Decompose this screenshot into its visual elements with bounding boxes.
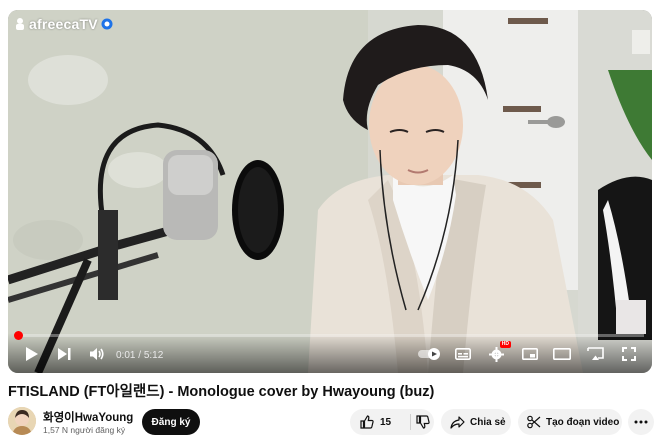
afreecatv-badge-icon — [101, 18, 113, 30]
channel-avatar[interactable] — [8, 407, 36, 435]
cast-icon — [586, 347, 604, 360]
theater-mode-button[interactable] — [551, 343, 573, 365]
fullscreen-button[interactable] — [618, 343, 640, 365]
miniplayer-icon — [522, 348, 538, 360]
dislike-button[interactable] — [411, 409, 434, 435]
clip-label: Tạo đoạn video — [546, 416, 620, 428]
progress-scrubber[interactable] — [13, 331, 23, 340]
share-icon — [450, 415, 465, 429]
volume-icon — [90, 348, 104, 360]
cast-button[interactable] — [584, 343, 606, 365]
like-count: 15 — [380, 416, 392, 428]
like-button[interactable]: 15 — [350, 409, 410, 435]
afreecatv-logo-icon — [16, 18, 24, 30]
avatar-image — [8, 407, 36, 435]
autoplay-toggle[interactable] — [416, 343, 444, 365]
autoplay-toggle-icon — [418, 348, 440, 360]
share-label: Chia sẻ — [470, 416, 506, 428]
play-icon — [26, 347, 38, 361]
subtitles-button[interactable] — [452, 343, 474, 365]
gear-icon — [488, 346, 504, 362]
volume-button[interactable] — [86, 343, 108, 365]
settings-button[interactable]: HD — [485, 341, 511, 365]
more-horizontal-icon — [634, 420, 648, 424]
subtitles-icon — [455, 348, 471, 360]
play-button[interactable] — [22, 343, 42, 365]
subscriber-count: 1,57 N người đăng ký — [43, 425, 126, 435]
theater-mode-icon — [553, 348, 571, 360]
afreecatv-watermark: afreecaTV — [14, 16, 113, 32]
current-time: 0:01 — [116, 350, 136, 361]
video-player[interactable]: afreecaTV 0:01 / 5:12 HD — [8, 10, 652, 373]
next-button[interactable] — [54, 343, 74, 365]
time-display: 0:01 / 5:12 — [116, 350, 163, 361]
scissors-icon — [527, 415, 541, 429]
share-button[interactable]: Chia sẻ — [441, 409, 511, 435]
video-frame — [8, 10, 652, 373]
duration: 5:12 — [143, 350, 164, 361]
more-actions-button[interactable] — [628, 409, 654, 435]
channel-name[interactable]: 화영이HwaYoung — [43, 409, 133, 425]
like-dislike-group: 15 — [350, 409, 434, 435]
thumbs-down-icon — [415, 415, 430, 429]
thumbs-up-icon — [360, 415, 374, 429]
progress-bar[interactable] — [13, 331, 644, 340]
miniplayer-button[interactable] — [519, 343, 541, 365]
video-title: FTISLAND (FT아일랜드) - Monologue cover by H… — [8, 384, 435, 400]
clip-button[interactable]: Tạo đoạn video — [518, 409, 622, 435]
hd-badge: HD — [499, 341, 511, 348]
fullscreen-icon — [622, 347, 636, 361]
next-icon — [58, 348, 71, 360]
subscribe-button[interactable]: Đăng ký — [142, 409, 200, 435]
watermark-text: afreecaTV — [29, 16, 98, 32]
